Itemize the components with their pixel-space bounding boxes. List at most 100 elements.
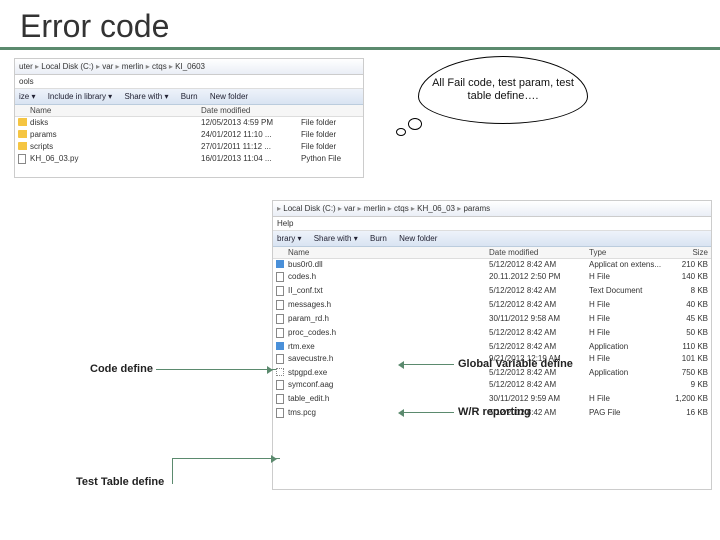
- crumb[interactable]: merlin: [122, 62, 152, 71]
- toolbar-item[interactable]: Share with ▾: [124, 92, 168, 101]
- col-head-type[interactable]: [298, 105, 363, 116]
- col-head-date[interactable]: Date modified: [486, 247, 586, 258]
- explorer-window-top: uter Local Disk (C:) var merlin ctqs KI_…: [14, 58, 364, 178]
- file-name: KH_06_03.py: [27, 153, 198, 167]
- crumb[interactable]: Local Disk (C:): [41, 62, 102, 71]
- col-head[interactable]: [15, 105, 27, 116]
- table-row[interactable]: bus0r0.dll5/12/2012 8:42 AMApplicat on e…: [273, 259, 711, 271]
- toolbar-item[interactable]: Burn: [181, 92, 198, 101]
- file-name: param_rd.h: [285, 313, 486, 327]
- breadcrumb[interactable]: uter Local Disk (C:) var merlin ctqs KI_…: [15, 59, 363, 75]
- file-size: 1,200 KB: [666, 393, 711, 407]
- file-type: H File: [586, 393, 666, 407]
- toolbar-item[interactable]: Share with ▾: [314, 234, 358, 243]
- file-type: File folder: [298, 141, 363, 153]
- file-type: Python File: [298, 153, 363, 167]
- table-row[interactable]: scripts27/01/2011 11:12 ...File folder: [15, 141, 363, 153]
- col-head-type[interactable]: Type: [586, 247, 666, 258]
- file-size: 210 KB: [666, 259, 711, 271]
- annotation-test-table: Test Table define: [76, 476, 164, 488]
- breadcrumb[interactable]: Local Disk (C:) var merlin ctqs KH_06_03…: [273, 201, 711, 217]
- file-date: 5/12/2012 8:42 AM: [486, 299, 586, 313]
- menubar[interactable]: ools: [15, 75, 363, 89]
- file-size: 110 KB: [666, 341, 711, 353]
- table-row[interactable]: symconf.aag5/12/2012 8:42 AM9 KB: [273, 379, 711, 393]
- table-row[interactable]: proc_codes.h5/12/2012 8:42 AMH File50 KB: [273, 327, 711, 341]
- select-icon: [276, 368, 284, 376]
- table-row[interactable]: table_edit.h30/11/2012 9:59 AMH File1,20…: [273, 393, 711, 407]
- crumb[interactable]: uter: [19, 62, 41, 71]
- file-icon: [276, 354, 284, 364]
- crumb[interactable]: ctqs: [152, 62, 175, 71]
- crumb[interactable]: merlin: [364, 204, 394, 213]
- file-size: 40 KB: [666, 299, 711, 313]
- file-name: table_edit.h: [285, 393, 486, 407]
- exe-icon: [276, 342, 284, 350]
- toolbar: brary ▾ Share with ▾ Burn New folder: [273, 231, 711, 247]
- exe-icon: [276, 260, 284, 268]
- file-type: File folder: [298, 129, 363, 141]
- file-date: 12/05/2013 4:59 PM: [198, 117, 298, 129]
- crumb[interactable]: KI_0603: [175, 62, 205, 71]
- file-type: PAG File: [586, 407, 666, 421]
- file-type: [586, 379, 666, 393]
- table-row[interactable]: messages.h5/12/2012 8:42 AMH File40 KB: [273, 299, 711, 313]
- file-size: 9 KB: [666, 379, 711, 393]
- file-type: Applicat on extens...: [586, 259, 666, 271]
- file-type: Text Document: [586, 285, 666, 299]
- crumb[interactable]: var: [102, 62, 122, 71]
- file-name: rtm.exe: [285, 341, 486, 353]
- table-row[interactable]: codes.h20.11.2012 2:50 PMH File140 KB: [273, 271, 711, 285]
- file-icon: [276, 328, 284, 338]
- file-size: 8 KB: [666, 285, 711, 299]
- column-headers: Name Date modified: [15, 105, 363, 117]
- crumb[interactable]: ctqs: [394, 204, 417, 213]
- table-row[interactable]: params24/01/2012 11:10 ...File folder: [15, 129, 363, 141]
- file-date: 5/12/2012 8:42 AM: [486, 379, 586, 393]
- file-icon: [276, 394, 284, 404]
- file-type: H File: [586, 327, 666, 341]
- callout-bubble-icon: [408, 118, 422, 130]
- page-title: Error code: [20, 8, 700, 45]
- file-date: 20.11.2012 2:50 PM: [486, 271, 586, 285]
- toolbar-item[interactable]: brary ▾: [277, 234, 301, 243]
- file-date: 30/11/2012 9:58 AM: [486, 313, 586, 327]
- col-head-name[interactable]: Name: [27, 105, 198, 116]
- crumb[interactable]: var: [344, 204, 364, 213]
- table-row[interactable]: KH_06_03.py16/01/2013 11:04 ...Python Fi…: [15, 153, 363, 167]
- file-date: 5/12/2012 8:42 AM: [486, 341, 586, 353]
- file-type: Application: [586, 341, 666, 353]
- table-row[interactable]: param_rd.h30/11/2012 9:58 AMH File45 KB: [273, 313, 711, 327]
- file-size: 16 KB: [666, 407, 711, 421]
- table-row[interactable]: rtm.exe5/12/2012 8:42 AMApplication110 K…: [273, 341, 711, 353]
- file-size: 45 KB: [666, 313, 711, 327]
- col-head-size[interactable]: Size: [666, 247, 711, 258]
- table-row[interactable]: disks12/05/2013 4:59 PMFile folder: [15, 117, 363, 129]
- toolbar-item[interactable]: ize ▾: [19, 92, 35, 101]
- toolbar-item[interactable]: Include in library ▾: [48, 92, 113, 101]
- file-icon: [276, 380, 284, 390]
- toolbar-item[interactable]: Burn: [370, 234, 387, 243]
- file-name: bus0r0.dll: [285, 259, 486, 271]
- callout-cloud: All Fail code, test param, test table de…: [418, 56, 588, 124]
- crumb[interactable]: Local Disk (C:): [283, 204, 344, 213]
- table-row[interactable]: II_conf.txt5/12/2012 8:42 AMText Documen…: [273, 285, 711, 299]
- crumb[interactable]: params: [463, 204, 490, 213]
- file-name: messages.h: [285, 299, 486, 313]
- menubar[interactable]: Help: [273, 217, 711, 231]
- crumb[interactable]: KH_06_03: [417, 204, 463, 213]
- toolbar-item[interactable]: New folder: [210, 92, 248, 101]
- file-type: H File: [586, 271, 666, 285]
- file-icon: [276, 300, 284, 310]
- file-date: 5/12/2012 8:42 AM: [486, 327, 586, 341]
- col-head-date[interactable]: Date modified: [198, 105, 298, 116]
- annotation-code-define: Code define: [90, 363, 153, 375]
- title-bar: Error code: [0, 0, 720, 50]
- folder-icon: [18, 118, 27, 126]
- col-head[interactable]: [273, 247, 285, 258]
- col-head-name[interactable]: Name: [285, 247, 486, 258]
- toolbar: ize ▾ Include in library ▾ Share with ▾ …: [15, 89, 363, 105]
- callout-text: All Fail code, test param, test table de…: [425, 77, 581, 102]
- toolbar-item[interactable]: New folder: [399, 234, 437, 243]
- folder-icon: [18, 130, 27, 138]
